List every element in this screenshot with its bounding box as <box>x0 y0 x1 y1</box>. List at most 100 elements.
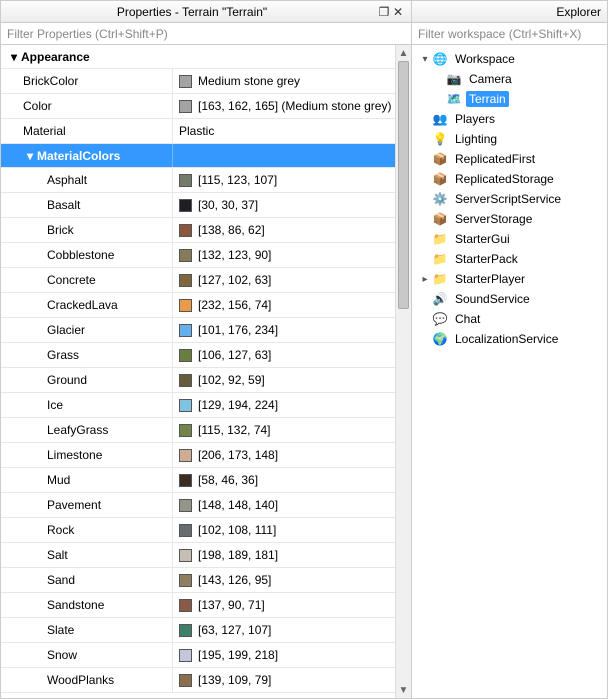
material-value[interactable]: [102, 108, 111] <box>198 523 276 537</box>
property-row[interactable]: Color[163, 162, 165] (Medium stone grey) <box>1 94 395 119</box>
material-value[interactable]: [206, 173, 148] <box>198 448 278 462</box>
material-value[interactable]: [129, 194, 224] <box>198 398 278 412</box>
color-swatch[interactable] <box>179 499 192 512</box>
color-swatch[interactable] <box>179 349 192 362</box>
property-row[interactable]: MaterialPlastic <box>1 119 395 144</box>
material-row[interactable]: Cobblestone[132, 123, 90] <box>1 243 395 268</box>
tree-item[interactable]: ▾🌐Workspace <box>414 49 605 69</box>
color-swatch[interactable] <box>179 549 192 562</box>
material-value[interactable]: [137, 90, 71] <box>198 598 265 612</box>
color-swatch[interactable] <box>179 424 192 437</box>
tree-item[interactable]: 🌍LocalizationService <box>414 329 605 349</box>
tree-item[interactable]: 📁StarterGui <box>414 229 605 249</box>
chevron-right-icon[interactable]: ▸ <box>418 274 432 285</box>
material-row[interactable]: Salt[198, 189, 181] <box>1 543 395 568</box>
section-header-appearance[interactable]: ▾ Appearance <box>1 45 395 69</box>
color-swatch[interactable] <box>179 599 192 612</box>
color-swatch[interactable] <box>179 274 192 287</box>
material-row[interactable]: Basalt[30, 30, 37] <box>1 193 395 218</box>
tree-item[interactable]: 📦ReplicatedStorage <box>414 169 605 189</box>
property-row[interactable]: BrickColorMedium stone grey <box>1 69 395 94</box>
close-icon[interactable]: ✕ <box>391 5 405 19</box>
material-value[interactable]: [101, 176, 234] <box>198 323 278 337</box>
material-value[interactable]: [106, 127, 63] <box>198 348 271 362</box>
material-value[interactable]: [115, 132, 74] <box>198 423 271 437</box>
color-swatch[interactable] <box>179 374 192 387</box>
property-value[interactable]: [163, 162, 165] (Medium stone grey) <box>198 99 391 113</box>
property-value[interactable]: Medium stone grey <box>198 74 300 88</box>
material-row[interactable]: Ground[102, 92, 59] <box>1 368 395 393</box>
material-row[interactable]: Glacier[101, 176, 234] <box>1 318 395 343</box>
material-row[interactable]: LeafyGrass[115, 132, 74] <box>1 418 395 443</box>
material-row[interactable]: Ice[129, 194, 224] <box>1 393 395 418</box>
properties-filter-input[interactable] <box>5 26 407 42</box>
material-value[interactable]: [63, 127, 107] <box>198 623 271 637</box>
tree-item[interactable]: 💬Chat <box>414 309 605 329</box>
color-swatch[interactable] <box>179 674 192 687</box>
material-value[interactable]: [138, 86, 62] <box>198 223 265 237</box>
tree-item[interactable]: 🗺️Terrain <box>414 89 605 109</box>
tree-item[interactable]: 📦ServerStorage <box>414 209 605 229</box>
property-value[interactable]: Plastic <box>179 124 214 138</box>
material-row[interactable]: Limestone[206, 173, 148] <box>1 443 395 468</box>
players-icon: 👥 <box>432 111 448 127</box>
scrollbar-thumb[interactable] <box>398 61 409 309</box>
material-value[interactable]: [58, 46, 36] <box>198 473 258 487</box>
material-value[interactable]: [30, 30, 37] <box>198 198 258 212</box>
tree-item[interactable]: ⚙️ServerScriptService <box>414 189 605 209</box>
material-value[interactable]: [148, 148, 140] <box>198 498 278 512</box>
color-swatch[interactable] <box>179 199 192 212</box>
tree-item[interactable]: 🔊SoundService <box>414 289 605 309</box>
material-row[interactable]: Asphalt[115, 123, 107] <box>1 168 395 193</box>
scroll-up-icon[interactable]: ▲ <box>396 45 411 61</box>
material-row[interactable]: CrackedLava[232, 156, 74] <box>1 293 395 318</box>
material-row[interactable]: Pavement[148, 148, 140] <box>1 493 395 518</box>
color-swatch[interactable] <box>179 574 192 587</box>
tree-item[interactable]: 📦ReplicatedFirst <box>414 149 605 169</box>
tree-item[interactable]: 💡Lighting <box>414 129 605 149</box>
color-swatch[interactable] <box>179 624 192 637</box>
color-swatch[interactable] <box>179 449 192 462</box>
material-value[interactable]: [102, 92, 59] <box>198 373 265 387</box>
tree-item[interactable]: 📷Camera <box>414 69 605 89</box>
material-row[interactable]: Concrete[127, 102, 63] <box>1 268 395 293</box>
scroll-down-icon[interactable]: ▼ <box>396 682 411 698</box>
property-materialcolors[interactable]: ▾ MaterialColors <box>1 144 395 168</box>
material-row[interactable]: Brick[138, 86, 62] <box>1 218 395 243</box>
chevron-down-icon[interactable]: ▾ <box>418 54 432 65</box>
color-swatch[interactable] <box>179 75 192 88</box>
material-row[interactable]: Snow[195, 199, 218] <box>1 643 395 668</box>
material-name: Rock <box>47 523 74 537</box>
material-value[interactable]: [232, 156, 74] <box>198 298 271 312</box>
color-swatch[interactable] <box>179 299 192 312</box>
properties-scrollbar[interactable]: ▲ ▼ <box>395 45 411 698</box>
undock-icon[interactable]: ❐ <box>377 5 391 19</box>
material-value[interactable]: [198, 189, 181] <box>198 548 278 562</box>
material-row[interactable]: Mud[58, 46, 36] <box>1 468 395 493</box>
color-swatch[interactable] <box>179 174 192 187</box>
material-row[interactable]: Sand[143, 126, 95] <box>1 568 395 593</box>
color-swatch[interactable] <box>179 224 192 237</box>
tree-item[interactable]: 📁StarterPack <box>414 249 605 269</box>
color-swatch[interactable] <box>179 100 192 113</box>
material-row[interactable]: Rock [102, 108, 111] <box>1 518 395 543</box>
material-value[interactable]: [143, 126, 95] <box>198 573 271 587</box>
tree-item[interactable]: ▸📁StarterPlayer <box>414 269 605 289</box>
material-value[interactable]: [195, 199, 218] <box>198 648 278 662</box>
color-swatch[interactable] <box>179 324 192 337</box>
color-swatch[interactable] <box>179 474 192 487</box>
tree-item[interactable]: 👥Players <box>414 109 605 129</box>
explorer-filter-input[interactable] <box>416 26 603 42</box>
material-row[interactable]: Slate[63, 127, 107] <box>1 618 395 643</box>
material-row[interactable]: Sandstone[137, 90, 71] <box>1 593 395 618</box>
material-value[interactable]: [115, 123, 107] <box>198 173 277 187</box>
material-value[interactable]: [132, 123, 90] <box>198 248 271 262</box>
material-value[interactable]: [127, 102, 63] <box>198 273 271 287</box>
color-swatch[interactable] <box>179 524 192 537</box>
material-row[interactable]: WoodPlanks[139, 109, 79] <box>1 668 395 693</box>
color-swatch[interactable] <box>179 249 192 262</box>
material-row[interactable]: Grass[106, 127, 63] <box>1 343 395 368</box>
color-swatch[interactable] <box>179 399 192 412</box>
color-swatch[interactable] <box>179 649 192 662</box>
material-value[interactable]: [139, 109, 79] <box>198 673 271 687</box>
